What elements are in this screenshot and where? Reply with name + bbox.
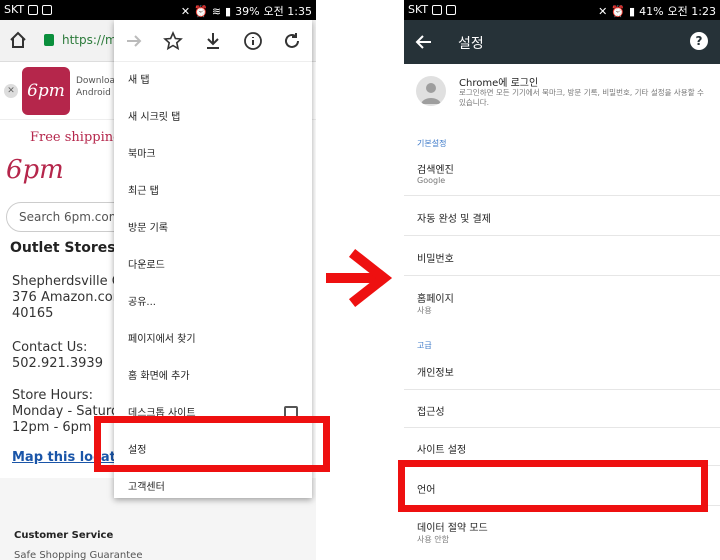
time-label: 오전 1:35 <box>263 5 312 18</box>
settings-row-data-saver[interactable]: 데이터 절약 모드 사용 안함 <box>404 506 720 560</box>
help-icon[interactable]: ? <box>690 32 708 50</box>
page-title: 설정 <box>458 36 484 52</box>
address-line: Shepherdsville Ou <box>12 274 122 289</box>
wifi-icon: ≋ <box>211 4 222 18</box>
gallery-icon <box>446 4 457 15</box>
home-icon[interactable] <box>8 30 28 50</box>
settings-row-search-engine[interactable]: 검색엔진 Google <box>404 152 720 196</box>
settings-row-accessibility[interactable]: 접근성 <box>404 390 720 428</box>
row-title: 접근성 <box>417 407 445 418</box>
menu-icon-row <box>114 20 312 62</box>
settings-row-privacy[interactable]: 개인정보 <box>404 352 720 390</box>
menu-item-help[interactable]: 고객센터 <box>114 469 312 506</box>
time-label: 오전 1:23 <box>667 5 716 18</box>
sign-in-row[interactable]: Chrome에 로그인 로그인하면 모든 기기에서 북마크, 방문 기록, 비밀… <box>404 64 720 124</box>
row-title: 검색엔진 <box>417 165 454 176</box>
battery-label: 41% <box>639 4 664 18</box>
row-title: 홈페이지 <box>417 294 454 305</box>
customer-service-heading: Customer Service <box>14 530 114 541</box>
carrier-label: SKT <box>4 3 25 16</box>
menu-item-history[interactable]: 방문 기록 <box>114 210 312 247</box>
settings-row-autofill[interactable]: 자동 완성 및 결제 <box>404 196 720 236</box>
site-logo[interactable]: 6pm <box>6 155 64 185</box>
avatar <box>416 76 446 106</box>
carrier-label: SKT <box>408 3 429 16</box>
refresh-icon[interactable] <box>281 30 303 52</box>
address-line: 40165 <box>12 306 54 321</box>
forward-icon[interactable] <box>123 30 145 52</box>
settings-toolbar: 설정 ? <box>404 20 720 64</box>
settings-row-passwords[interactable]: 비밀번호 <box>404 236 720 276</box>
row-subtitle: 사용 안함 <box>417 535 449 544</box>
signal-icon: ▮ <box>629 4 636 18</box>
row-title: 비밀번호 <box>417 254 454 265</box>
arrow-right-icon <box>326 248 393 308</box>
close-icon[interactable]: ✕ <box>4 84 18 98</box>
hours-label: Store Hours: <box>12 388 93 403</box>
row-title: 개인정보 <box>417 368 454 379</box>
outlet-title: Outlet Stores <box>10 240 116 256</box>
section-basics: 기본설정 <box>417 139 447 148</box>
app-logo: 6pm <box>22 67 70 115</box>
signal-icon: ▮ <box>225 4 232 18</box>
sign-in-title: Chrome에 로그인 <box>459 78 539 89</box>
menu-item-downloads[interactable]: 다운로드 <box>114 247 312 284</box>
menu-item-bookmarks[interactable]: 북마크 <box>114 136 312 173</box>
notification-icon <box>28 4 39 15</box>
lock-icon <box>44 34 54 46</box>
battery-label: 39% <box>235 4 260 18</box>
menu-item-recent-tabs[interactable]: 최근 탭 <box>114 173 312 210</box>
menu-item-new-tab[interactable]: 새 탭 <box>114 62 312 99</box>
settings-highlight-box <box>94 416 330 472</box>
info-icon[interactable] <box>242 30 264 52</box>
back-arrow-icon[interactable] <box>414 32 434 52</box>
menu-item-share[interactable]: 공유... <box>114 284 312 321</box>
status-bar: SKT ✕ ⏰ ▮ 41% 오전 1:23 <box>404 0 720 20</box>
row-title: 사이트 설정 <box>417 445 467 456</box>
mute-icon: ✕ <box>598 4 608 18</box>
menu-item-find-in-page[interactable]: 페이지에서 찾기 <box>114 321 312 358</box>
settings-row-homepage[interactable]: 홈페이지 사용 <box>404 276 720 324</box>
star-icon[interactable] <box>162 30 184 52</box>
section-advanced: 고급 <box>417 341 432 350</box>
store-address: Shepherdsville Ou 376 Amazon.con 40165 <box>12 274 122 322</box>
safe-shopping-link[interactable]: Safe Shopping Guarantee <box>14 550 143 560</box>
mute-icon: ✕ <box>180 4 191 18</box>
gallery-icon <box>42 4 53 15</box>
row-title: 자동 완성 및 결제 <box>417 214 491 225</box>
contact-label: Contact Us: <box>12 340 88 355</box>
download-icon[interactable] <box>202 30 224 52</box>
person-icon <box>421 83 441 104</box>
contact-phone[interactable]: 502.921.3939 <box>12 356 122 372</box>
alarm-icon: ⏰ <box>611 4 626 18</box>
sign-in-description: 로그인하면 모든 기기에서 북마크, 방문 기록, 비밀번호, 기타 설정을 사… <box>459 88 704 107</box>
notification-icon <box>432 4 443 15</box>
row-title: 데이터 절약 모드 <box>417 523 488 534</box>
left-phone-screen: SKT ✕ ⏰ ≋ ▮ 39% 오전 1:35 https://m.6 ✕ 6p… <box>0 0 316 560</box>
row-subtitle: Google <box>417 176 446 185</box>
alarm-icon: ⏰ <box>194 4 208 18</box>
address-line: 376 Amazon.con <box>12 290 121 305</box>
row-subtitle: 사용 <box>417 306 432 315</box>
contact-info: Contact Us: 502.921.3939 <box>12 340 122 372</box>
language-highlight-box <box>398 460 708 512</box>
status-bar: SKT ✕ ⏰ ≋ ▮ 39% 오전 1:35 <box>0 0 316 20</box>
menu-item-incognito-tab[interactable]: 새 시크릿 탭 <box>114 99 312 136</box>
menu-item-add-to-home[interactable]: 홈 화면에 추가 <box>114 358 312 395</box>
